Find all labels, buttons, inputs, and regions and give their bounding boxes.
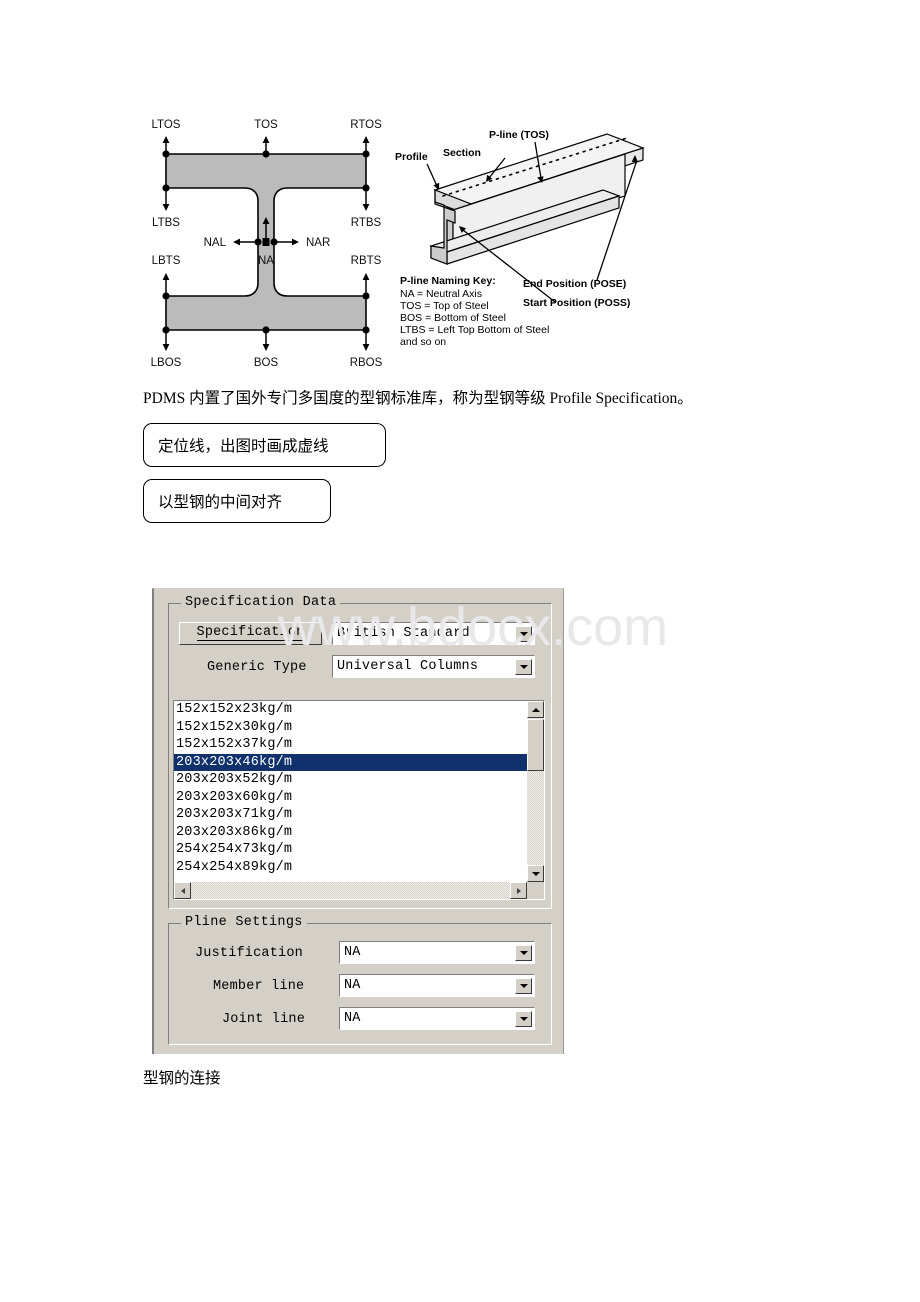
specification-combobox-value: British Standard: [337, 626, 470, 641]
chevron-down-icon[interactable]: [515, 977, 532, 994]
list-item[interactable]: 152x152x37kg/m: [174, 736, 527, 754]
list-item[interactable]: 203x203x46kg/m: [174, 753, 527, 771]
pline-settings-group: Pline Settings Justification NA Member l…: [168, 915, 552, 1045]
scroll-right-button[interactable]: [510, 882, 527, 899]
list-item[interactable]: 203x203x71kg/m: [174, 806, 527, 824]
document-page: LTOS TOS RTOS LTBS RTBS NAL NA NAR LBTS …: [0, 0, 920, 1302]
profile-specification-dialog[interactable]: Specification Data Specification British…: [152, 588, 564, 1054]
label-rbos: RBOS: [350, 357, 383, 369]
label-start-position: Start Position (POSS): [523, 297, 630, 309]
list-item[interactable]: 152x152x23kg/m: [174, 701, 527, 719]
joint-line-combobox-value: NA: [344, 1011, 361, 1026]
key-title: P-line Naming Key:: [400, 275, 496, 287]
label-profile: Profile: [395, 151, 428, 163]
specification-button-label: Specification: [196, 624, 305, 642]
profile-size-listbox[interactable]: 152x152x23kg/m 152x152x30kg/m 152x152x37kg…: [173, 700, 545, 900]
list-item[interactable]: 152x152x30kg/m: [174, 719, 527, 737]
label-end-position: End Position (POSE): [523, 278, 626, 290]
key-line-2: BOS = Bottom of Steel: [400, 312, 506, 324]
justification-combobox-value: NA: [344, 945, 361, 960]
pline-settings-group-title: Pline Settings: [181, 915, 307, 930]
scroll-up-button[interactable]: [527, 701, 544, 718]
generic-type-combobox[interactable]: Universal Columns: [332, 655, 535, 678]
joint-line-label: Joint line: [222, 1012, 306, 1027]
callout-box-positioning-line: 定位线，出图时画成虚线: [143, 423, 386, 467]
key-line-4: and so on: [400, 336, 446, 348]
bottom-caption: 型钢的连接: [143, 1070, 221, 1087]
listbox-vertical-scrollbar[interactable]: [527, 701, 544, 882]
chevron-down-icon[interactable]: [515, 625, 532, 642]
isometric-beam-figure: P-line (TOS) Section Profile End Positio…: [395, 129, 645, 348]
profile-size-list[interactable]: 152x152x23kg/m 152x152x30kg/m 152x152x37kg…: [174, 701, 527, 876]
specification-button[interactable]: Specification: [179, 622, 322, 645]
member-line-label: Member line: [213, 979, 305, 994]
label-rbts: RBTS: [351, 255, 382, 267]
label-nal: NAL: [204, 237, 227, 249]
justification-label: Justification: [195, 946, 303, 961]
joint-line-combobox[interactable]: NA: [339, 1007, 535, 1030]
label-rtbs: RTBS: [351, 217, 382, 229]
list-item[interactable]: 254x254x89kg/m: [174, 859, 527, 877]
dialog-content: Specification Data Specification British…: [162, 593, 558, 1051]
scrollbar-corner: [527, 882, 544, 899]
scroll-left-button[interactable]: [174, 882, 191, 899]
label-section: Section: [443, 147, 481, 159]
specification-data-group: Specification Data Specification British…: [168, 595, 552, 909]
specification-combobox[interactable]: British Standard: [332, 622, 535, 645]
generic-type-combobox-value: Universal Columns: [337, 659, 479, 674]
label-pline-tos: P-line (TOS): [489, 129, 549, 141]
chevron-down-icon[interactable]: [515, 658, 532, 675]
label-tos: TOS: [254, 119, 278, 131]
list-item[interactable]: 203x203x60kg/m: [174, 789, 527, 807]
listbox-horizontal-scrollbar[interactable]: [174, 882, 527, 899]
list-item[interactable]: 203x203x52kg/m: [174, 771, 527, 789]
key-line-1: TOS = Top of Steel: [400, 300, 489, 312]
member-line-combobox[interactable]: NA: [339, 974, 535, 997]
list-item[interactable]: 203x203x86kg/m: [174, 824, 527, 842]
chevron-down-icon[interactable]: [515, 1010, 532, 1027]
key-line-3: LTBS = Left Top Bottom of Steel: [400, 324, 549, 336]
member-line-combobox-value: NA: [344, 978, 361, 993]
label-na: NA: [258, 255, 274, 267]
specification-data-group-title: Specification Data: [181, 595, 341, 610]
justification-combobox[interactable]: NA: [339, 941, 535, 964]
chevron-down-icon[interactable]: [515, 944, 532, 961]
callout-box-center-alignment: 以型钢的中间对齐: [143, 479, 331, 523]
label-lbos: LBOS: [151, 357, 182, 369]
list-item[interactable]: 254x254x73kg/m: [174, 841, 527, 859]
i-beam-cross-section-figure: LTOS TOS RTOS LTBS RTBS NAL NA NAR LBTS …: [151, 119, 383, 369]
label-ltbs: LTBS: [152, 217, 180, 229]
label-nar: NAR: [306, 237, 330, 249]
figures-row: LTOS TOS RTOS LTBS RTBS NAL NA NAR LBTS …: [0, 0, 920, 370]
key-line-0: NA = Neutral Axis: [400, 288, 482, 300]
label-bos: BOS: [254, 357, 279, 369]
label-rtos: RTOS: [350, 119, 382, 131]
label-lbts: LBTS: [152, 255, 181, 267]
scroll-down-button[interactable]: [527, 865, 544, 882]
hscroll-track[interactable]: [174, 882, 527, 899]
body-paragraph: PDMS 内置了国外专门多国度的型钢标准库，称为型钢等级 Profile Spe…: [143, 390, 693, 407]
generic-type-label: Generic Type: [207, 660, 307, 675]
vscroll-thumb[interactable]: [527, 719, 544, 771]
label-ltos: LTOS: [152, 119, 181, 131]
